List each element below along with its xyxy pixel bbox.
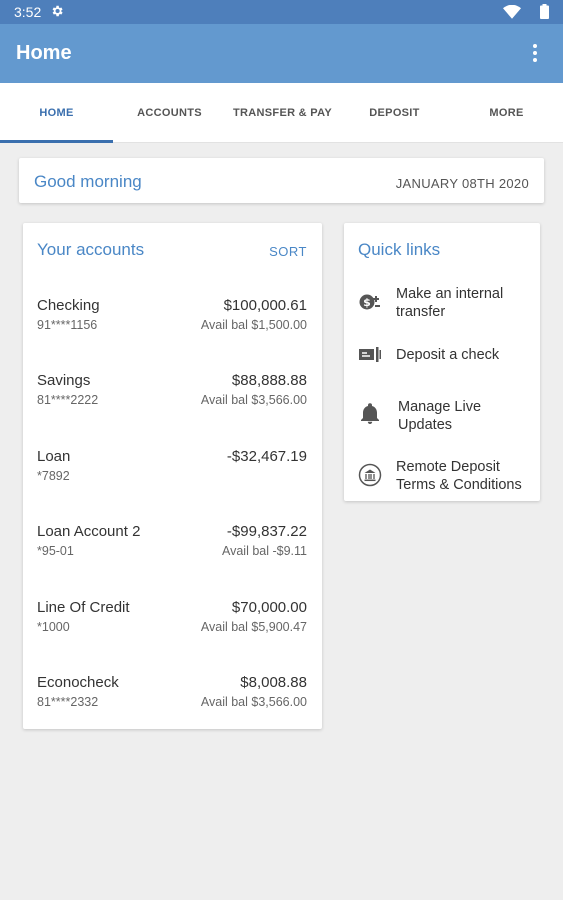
transfer-icon: $ [359,294,380,310]
account-available-balance: Avail bal -$9.11 [221,544,307,558]
quick-link-internal-transfer[interactable]: $ Make an internal transfer [344,285,540,323]
overflow-menu-icon[interactable] [526,42,544,64]
quick-links-heading: Quick links [358,240,441,259]
account-available-balance: Avail bal $3,566.00 [200,695,307,709]
account-balance: $100,000.61 [223,297,307,314]
tab-more[interactable]: MORE [450,83,563,143]
status-time: 3:52 [14,4,42,20]
battery-icon [540,4,549,19]
tab-accounts[interactable]: ACCOUNTS [113,83,226,143]
greeting-card: Good morning JANUARY 08TH 2020 [19,158,544,203]
account-balance: -$32,467.19 [226,448,307,465]
account-name: Savings [37,372,91,389]
account-available-balance: Avail bal $5,900.47 [200,620,307,634]
quick-link-label: Remote Deposit Terms & Conditions [396,459,522,493]
account-item-checking[interactable]: Checking 91****1156 $100,000.61 Avail ba… [23,297,322,357]
account-item-savings[interactable]: Savings 81****2222 $88,888.88 Avail bal … [23,372,322,432]
gear-icon [52,5,63,17]
account-name: Econocheck [37,674,119,691]
tab-transfer-pay[interactable]: TRANSFER & PAY [226,83,339,143]
account-name: Line Of Credit [37,599,130,616]
quick-link-label: Deposit a check [396,347,500,363]
status-bar: 3:52 [0,0,563,24]
account-number: *1000 [37,620,70,634]
quick-link-deposit-check[interactable]: Deposit a check [344,346,540,368]
accounts-heading: Your accounts [37,240,145,259]
account-item-econocheck[interactable]: Econocheck 81****2332 $8,008.88 Avail ba… [23,674,322,734]
app-bar: Home [0,24,563,83]
account-item-line-of-credit[interactable]: Line Of Credit *1000 $70,000.00 Avail ba… [23,599,322,659]
page-title: Home [16,42,72,64]
tab-bar: HOME ACCOUNTS TRANSFER & PAY DEPOSIT MOR… [0,83,563,143]
svg-text:$: $ [363,296,371,309]
account-number: 81****2332 [37,695,99,709]
wifi-icon [503,5,521,19]
account-number: 91****1156 [37,318,98,332]
account-name: Loan Account 2 [37,523,141,540]
greeting-text: Good morning [34,172,142,191]
quick-link-live-updates[interactable]: Manage Live Updates [344,398,540,436]
account-balance: -$99,837.22 [226,523,307,540]
account-number: *7892 [37,469,70,483]
account-item-loan[interactable]: Loan *7892 -$32,467.19 [23,448,322,508]
account-balance: $88,888.88 [231,372,307,389]
account-available-balance: Avail bal $3,566.00 [200,393,307,407]
greeting-date: JANUARY 08TH 2020 [395,176,529,191]
tab-deposit[interactable]: DEPOSIT [338,83,451,143]
account-name: Loan [37,448,71,465]
quick-link-label: Make an internal transfer [396,286,504,320]
account-available-balance: Avail bal $1,500.00 [200,318,307,332]
account-balance: $70,000.00 [231,599,307,616]
sort-button[interactable]: SORT [269,244,307,259]
account-balance: $8,008.88 [240,674,307,691]
quick-link-remote-deposit-terms[interactable]: Remote Deposit Terms & Conditions [344,458,540,496]
quick-links-card: Quick links $ Make an internal transfer … [344,223,540,501]
account-number: 81****2222 [37,393,99,407]
account-number: *95-01 [37,544,74,558]
quick-link-label: Manage Live Updates [398,399,482,433]
check-icon [359,347,381,362]
accounts-card: Your accounts SORT Checking 91****1156 $… [23,223,322,729]
tab-home[interactable]: HOME [0,83,113,143]
account-name: Checking [37,297,100,314]
bank-icon [358,463,382,487]
bell-icon [361,403,379,424]
account-item-loan-account-2[interactable]: Loan Account 2 *95-01 -$99,837.22 Avail … [23,523,322,583]
